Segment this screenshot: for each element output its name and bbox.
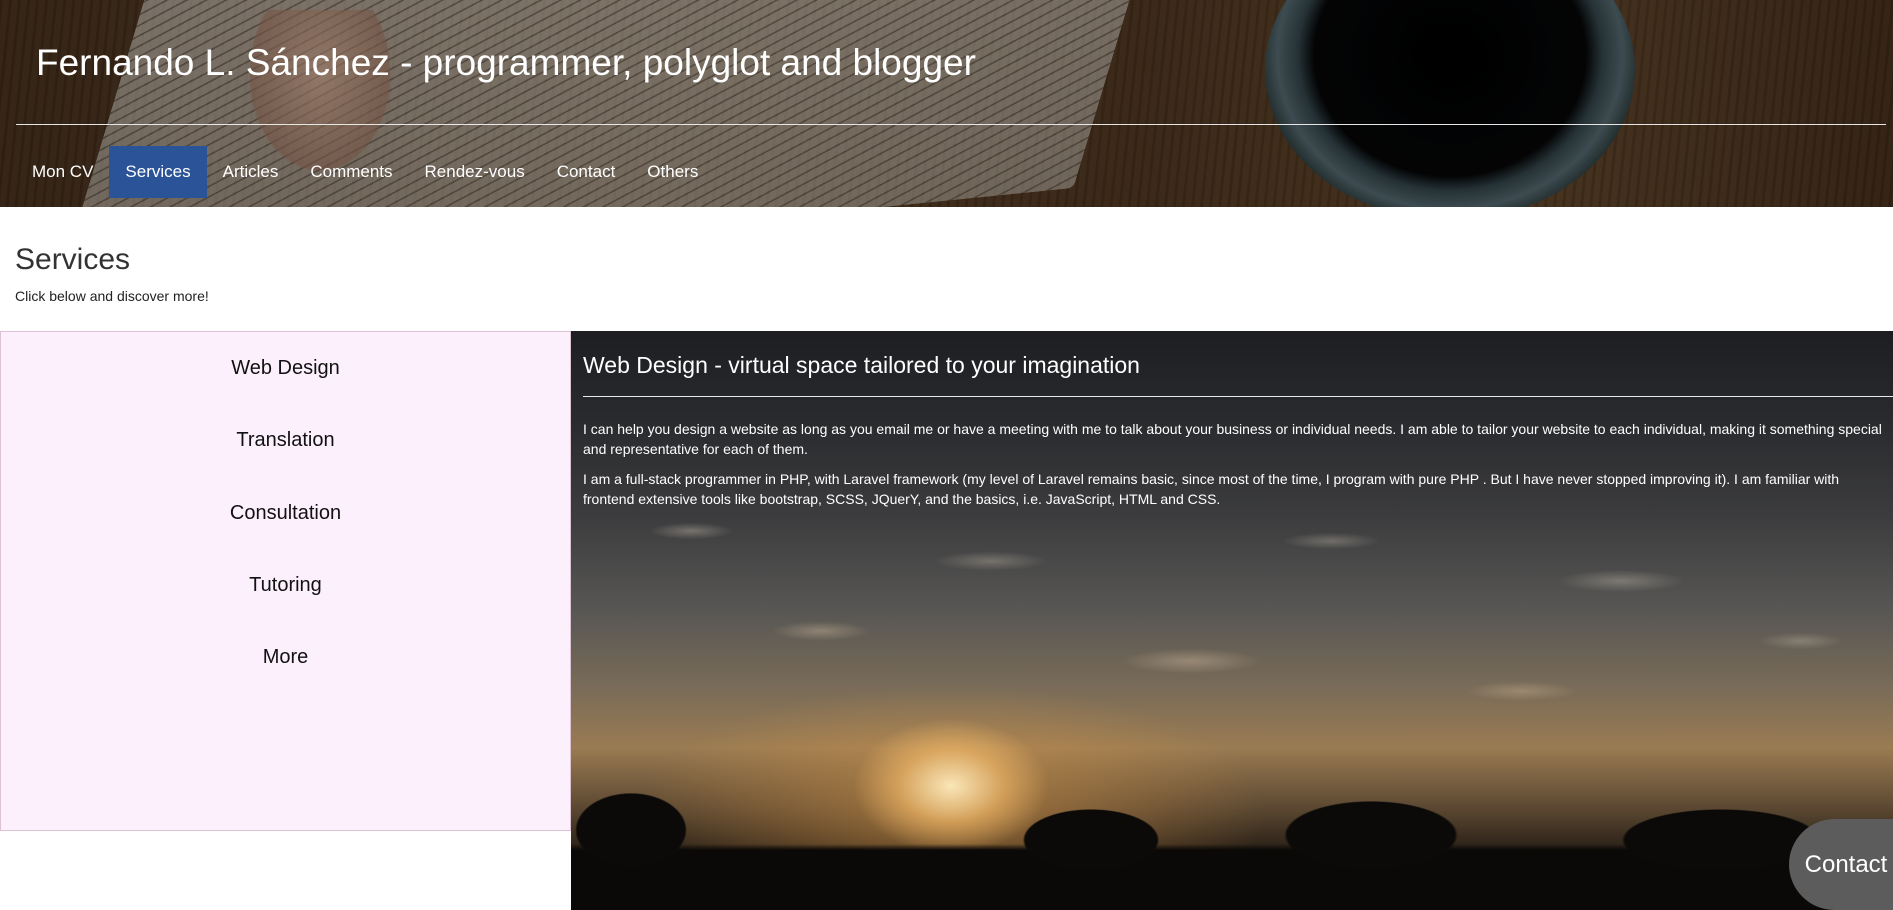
service-link-translation[interactable]: Translation [1, 429, 570, 452]
nav-item-rendez-vous[interactable]: Rendez-vous [409, 146, 541, 198]
service-link-more[interactable]: More [1, 646, 570, 669]
service-link-web-design[interactable]: Web Design [1, 357, 570, 380]
floating-contact-button[interactable]: Contact [1789, 819, 1893, 910]
page-subtitle: Click below and discover more! [15, 288, 209, 304]
nav-item-articles[interactable]: Articles [207, 146, 295, 198]
panel-background-clouds [571, 491, 1893, 751]
panel-background-treeline [571, 790, 1893, 910]
page-title: Services [15, 243, 131, 276]
service-detail-title: Web Design - virtual space tailored to y… [583, 352, 1140, 378]
nav-item-contact[interactable]: Contact [541, 146, 632, 198]
nav-item-others[interactable]: Others [631, 146, 714, 198]
services-sidebar: Web Design Translation Consultation Tuto… [0, 331, 571, 831]
main-nav: Mon CV Services Articles Comments Rendez… [16, 146, 714, 198]
service-detail-paragraph: I can help you design a website as long … [583, 421, 1882, 457]
service-detail-panel: Web Design - virtual space tailored to y… [571, 331, 1893, 910]
site-header: Fernando L. Sánchez - programmer, polygl… [0, 0, 1893, 207]
service-detail-paragraph: I am a full-stack programmer in PHP, wit… [583, 471, 1840, 507]
service-link-tutoring[interactable]: Tutoring [1, 574, 570, 597]
service-link-consultation[interactable]: Consultation [1, 502, 570, 525]
nav-item-mon-cv[interactable]: Mon CV [16, 146, 109, 198]
service-detail-divider [583, 396, 1893, 397]
header-divider [16, 124, 1886, 125]
nav-item-comments[interactable]: Comments [294, 146, 408, 198]
nav-item-services[interactable]: Services [109, 146, 207, 198]
site-title: Fernando L. Sánchez - programmer, polygl… [36, 42, 976, 83]
